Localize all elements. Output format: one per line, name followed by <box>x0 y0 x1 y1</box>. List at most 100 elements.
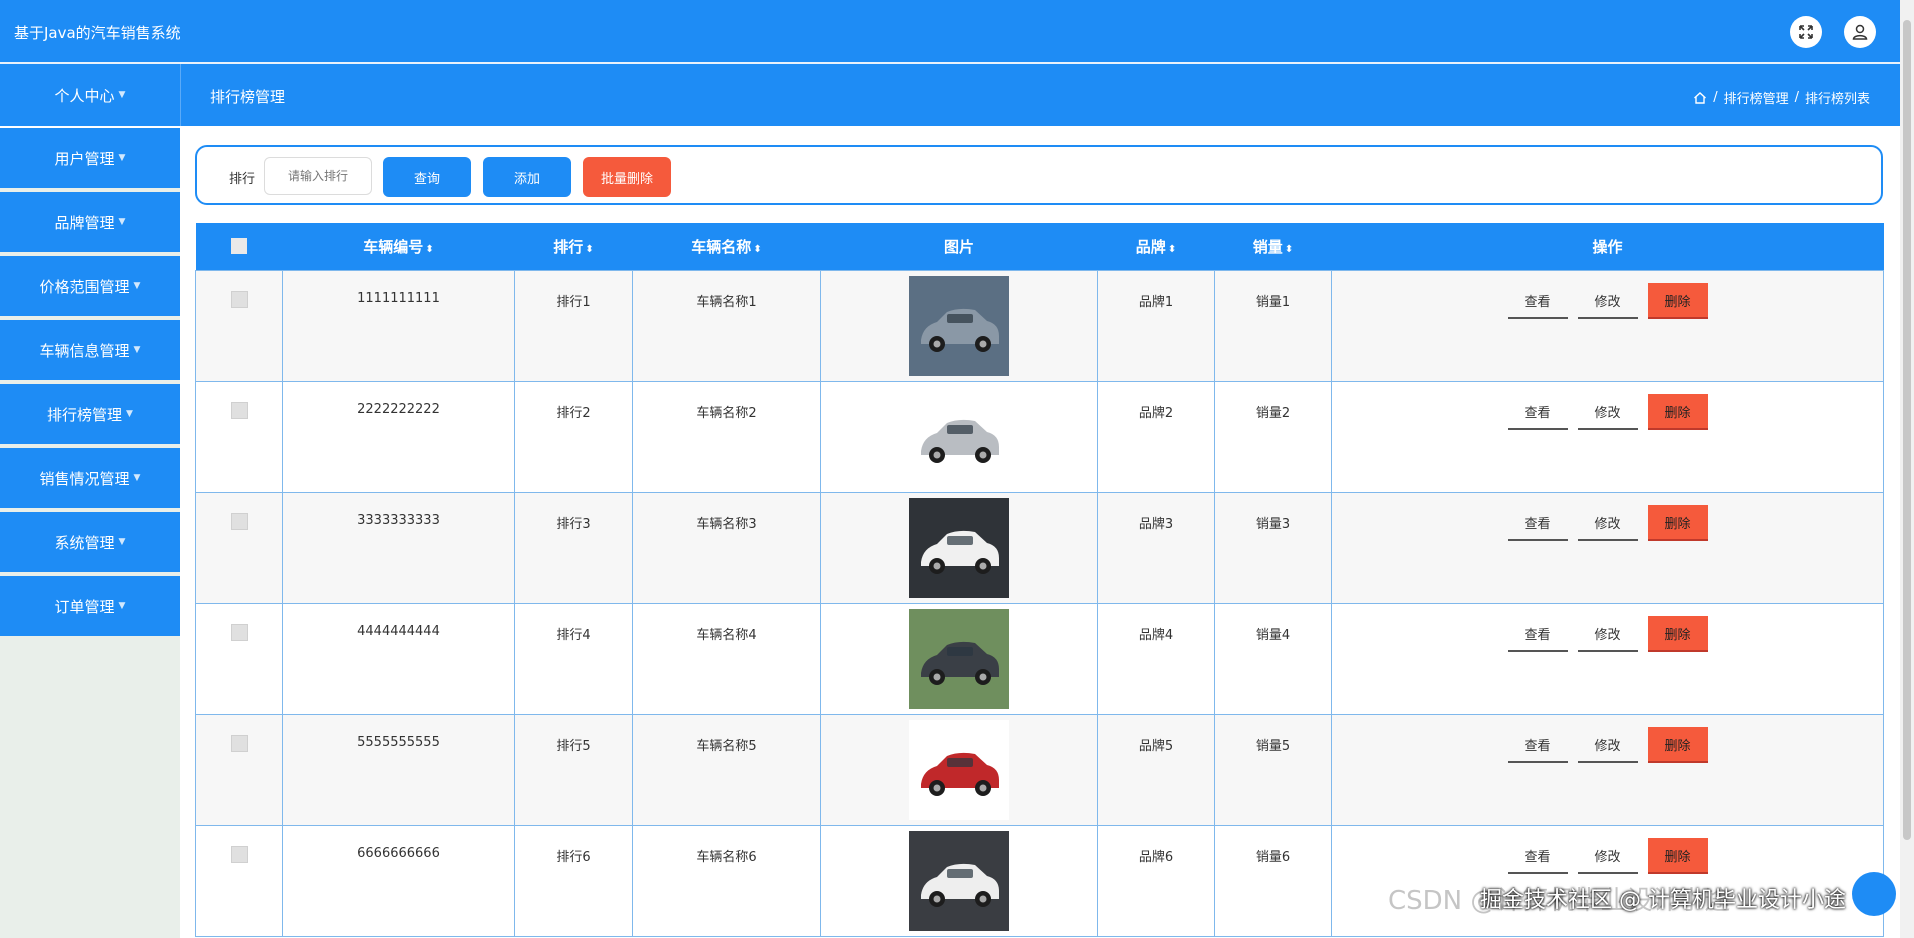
brand-value: 品牌3 <box>1138 517 1174 532</box>
breadcrumb-item[interactable]: 排行榜管理 <box>1724 88 1789 107</box>
batch-delete-button[interactable]: 批量删除 <box>583 157 671 197</box>
sidebar-item-ranking[interactable]: 排行榜管理 ▼ <box>0 384 180 444</box>
sort-icon[interactable]: ⬍ <box>425 244 433 255</box>
table-row: 1111111111 排行1 车辆名称1 品牌1 销量1 查看 修改 删除 <box>195 270 1884 382</box>
query-button[interactable]: 查询 <box>383 157 471 197</box>
column-header-sales[interactable]: 销量 ⬍ <box>1214 223 1332 271</box>
edit-button[interactable]: 修改 <box>1577 394 1638 430</box>
view-button[interactable]: 查看 <box>1507 505 1568 541</box>
edit-button[interactable]: 修改 <box>1577 616 1638 652</box>
table-row: 4444444444 排行4 车辆名称4 品牌4 销量4 查看 修改 删除 <box>195 603 1884 715</box>
view-button[interactable]: 查看 <box>1507 727 1568 763</box>
brand-cell: 品牌6 <box>1097 825 1215 937</box>
row-checkbox[interactable] <box>230 291 248 308</box>
car-image[interactable] <box>909 609 1009 709</box>
app-title: 基于Java的汽车销售系统 <box>14 24 181 42</box>
car-image[interactable] <box>909 276 1009 376</box>
chevron-down-icon: ▼ <box>118 217 126 227</box>
view-button[interactable]: 查看 <box>1507 394 1568 430</box>
sort-icon[interactable]: ⬍ <box>585 244 593 255</box>
actions-cell: 查看 修改 删除 <box>1331 270 1884 382</box>
sales-value: 销量1 <box>1255 295 1291 310</box>
sub-header: 个人中心 ▼ 排行榜管理 / 排行榜管理 / 排行榜列表 <box>0 64 1900 126</box>
column-header-name[interactable]: 车辆名称 ⬍ <box>632 223 821 271</box>
delete-button[interactable]: 删除 <box>1647 505 1708 541</box>
car-image[interactable] <box>909 498 1009 598</box>
car-photo-icon <box>909 498 1009 598</box>
image-cell <box>820 381 1098 493</box>
column-header-id[interactable]: 车辆编号 ⬍ <box>282 223 515 271</box>
breadcrumb: / 排行榜管理 / 排行榜列表 <box>1693 88 1870 107</box>
rank-cell: 排行4 <box>514 603 633 715</box>
sidebar: 用户管理 ▼ 品牌管理 ▼ 价格范围管理 ▼ 车辆信息管理 ▼ 排行榜管理 ▼ 销售情况管… <box>0 128 180 938</box>
edit-button[interactable]: 修改 <box>1577 505 1638 541</box>
home-icon[interactable] <box>1693 91 1707 105</box>
sidebar-item-vehicles[interactable]: 车辆信息管理 ▼ <box>0 320 180 380</box>
delete-button[interactable]: 删除 <box>1647 727 1708 763</box>
sidebar-item-label: 品牌管理 <box>54 213 115 232</box>
sort-icon[interactable]: ⬍ <box>753 244 761 255</box>
image-cell <box>820 270 1098 382</box>
car-image[interactable] <box>909 831 1009 931</box>
delete-button[interactable]: 删除 <box>1647 394 1708 430</box>
car-image[interactable] <box>909 720 1009 820</box>
column-header-brand[interactable]: 品牌 ⬍ <box>1097 223 1215 271</box>
view-button[interactable]: 查看 <box>1507 283 1568 319</box>
column-header-label: 排行 <box>553 238 584 256</box>
image-cell <box>820 492 1098 604</box>
brand-cell: 品牌2 <box>1097 381 1215 493</box>
actions-cell: 查看 修改 删除 <box>1331 492 1884 604</box>
delete-button[interactable]: 删除 <box>1647 283 1708 319</box>
sales-cell: 销量2 <box>1214 381 1332 493</box>
page-title: 排行榜管理 <box>210 88 286 106</box>
table-row: 2222222222 排行2 车辆名称2 品牌2 销量2 查看 修改 删除 <box>195 381 1884 493</box>
sidebar-item-orders[interactable]: 订单管理 ▼ <box>0 576 180 636</box>
vehicle-name: 车辆名称3 <box>696 517 757 532</box>
chevron-down-icon: ▼ <box>118 537 126 547</box>
vehicle-id-cell: 6666666666 <box>282 825 515 937</box>
actions-cell: 查看 修改 删除 <box>1331 381 1884 493</box>
sidebar-item-sales[interactable]: 销售情况管理 ▼ <box>0 448 180 508</box>
delete-button[interactable]: 删除 <box>1647 616 1708 652</box>
car-image[interactable] <box>909 387 1009 487</box>
column-header-label: 图片 <box>943 238 974 256</box>
edit-button[interactable]: 修改 <box>1577 727 1638 763</box>
vehicle-id: 3333333333 <box>357 513 440 528</box>
column-header-rank[interactable]: 排行 ⬍ <box>514 223 633 271</box>
edit-button[interactable]: 修改 <box>1577 838 1638 874</box>
add-button[interactable]: 添加 <box>483 157 571 197</box>
vehicle-id-cell: 4444444444 <box>282 603 515 715</box>
view-button[interactable]: 查看 <box>1507 616 1568 652</box>
user-avatar-icon[interactable] <box>1844 16 1876 48</box>
row-checkbox[interactable] <box>230 735 248 752</box>
sort-icon[interactable]: ⬍ <box>1168 244 1176 255</box>
breadcrumb-item[interactable]: 排行榜列表 <box>1805 88 1870 107</box>
column-header-label: 品牌 <box>1135 238 1166 256</box>
rank-cell: 排行6 <box>514 825 633 937</box>
vehicle-name-cell: 车辆名称3 <box>632 492 821 604</box>
row-checkbox[interactable] <box>230 624 248 641</box>
row-checkbox[interactable] <box>230 513 248 530</box>
scrollbar[interactable] <box>1900 0 1914 938</box>
sort-icon[interactable]: ⬍ <box>1285 244 1293 255</box>
view-button[interactable]: 查看 <box>1507 838 1568 874</box>
top-bar: 基于Java的汽车销售系统 <box>0 0 1900 64</box>
sidebar-item-brands[interactable]: 品牌管理 ▼ <box>0 192 180 252</box>
rank-search-input[interactable] <box>264 157 372 195</box>
edit-button[interactable]: 修改 <box>1577 283 1638 319</box>
delete-button[interactable]: 删除 <box>1647 838 1708 874</box>
brand-value: 品牌5 <box>1138 739 1174 754</box>
row-checkbox[interactable] <box>230 846 248 863</box>
floating-action-button[interactable] <box>1852 872 1896 916</box>
sidebar-item-price-range[interactable]: 价格范围管理 ▼ <box>0 256 180 316</box>
column-header-label: 销量 <box>1252 238 1283 256</box>
row-checkbox[interactable] <box>230 402 248 419</box>
scrollbar-thumb[interactable] <box>1903 20 1911 840</box>
fullscreen-icon[interactable] <box>1790 16 1822 48</box>
sidebar-item-users[interactable]: 用户管理 ▼ <box>0 128 180 188</box>
chevron-down-icon: ▼ <box>118 601 126 611</box>
select-all-checkbox[interactable] <box>231 238 247 254</box>
ranking-table: 车辆编号 ⬍ 排行 ⬍ 车辆名称 ⬍ 图片 品牌 ⬍ 销量 ⬍ 操作 1111111111… <box>195 223 1884 937</box>
sidebar-item-system[interactable]: 系统管理 ▼ <box>0 512 180 572</box>
sidebar-item-personal-center[interactable]: 个人中心 ▼ <box>0 64 181 126</box>
